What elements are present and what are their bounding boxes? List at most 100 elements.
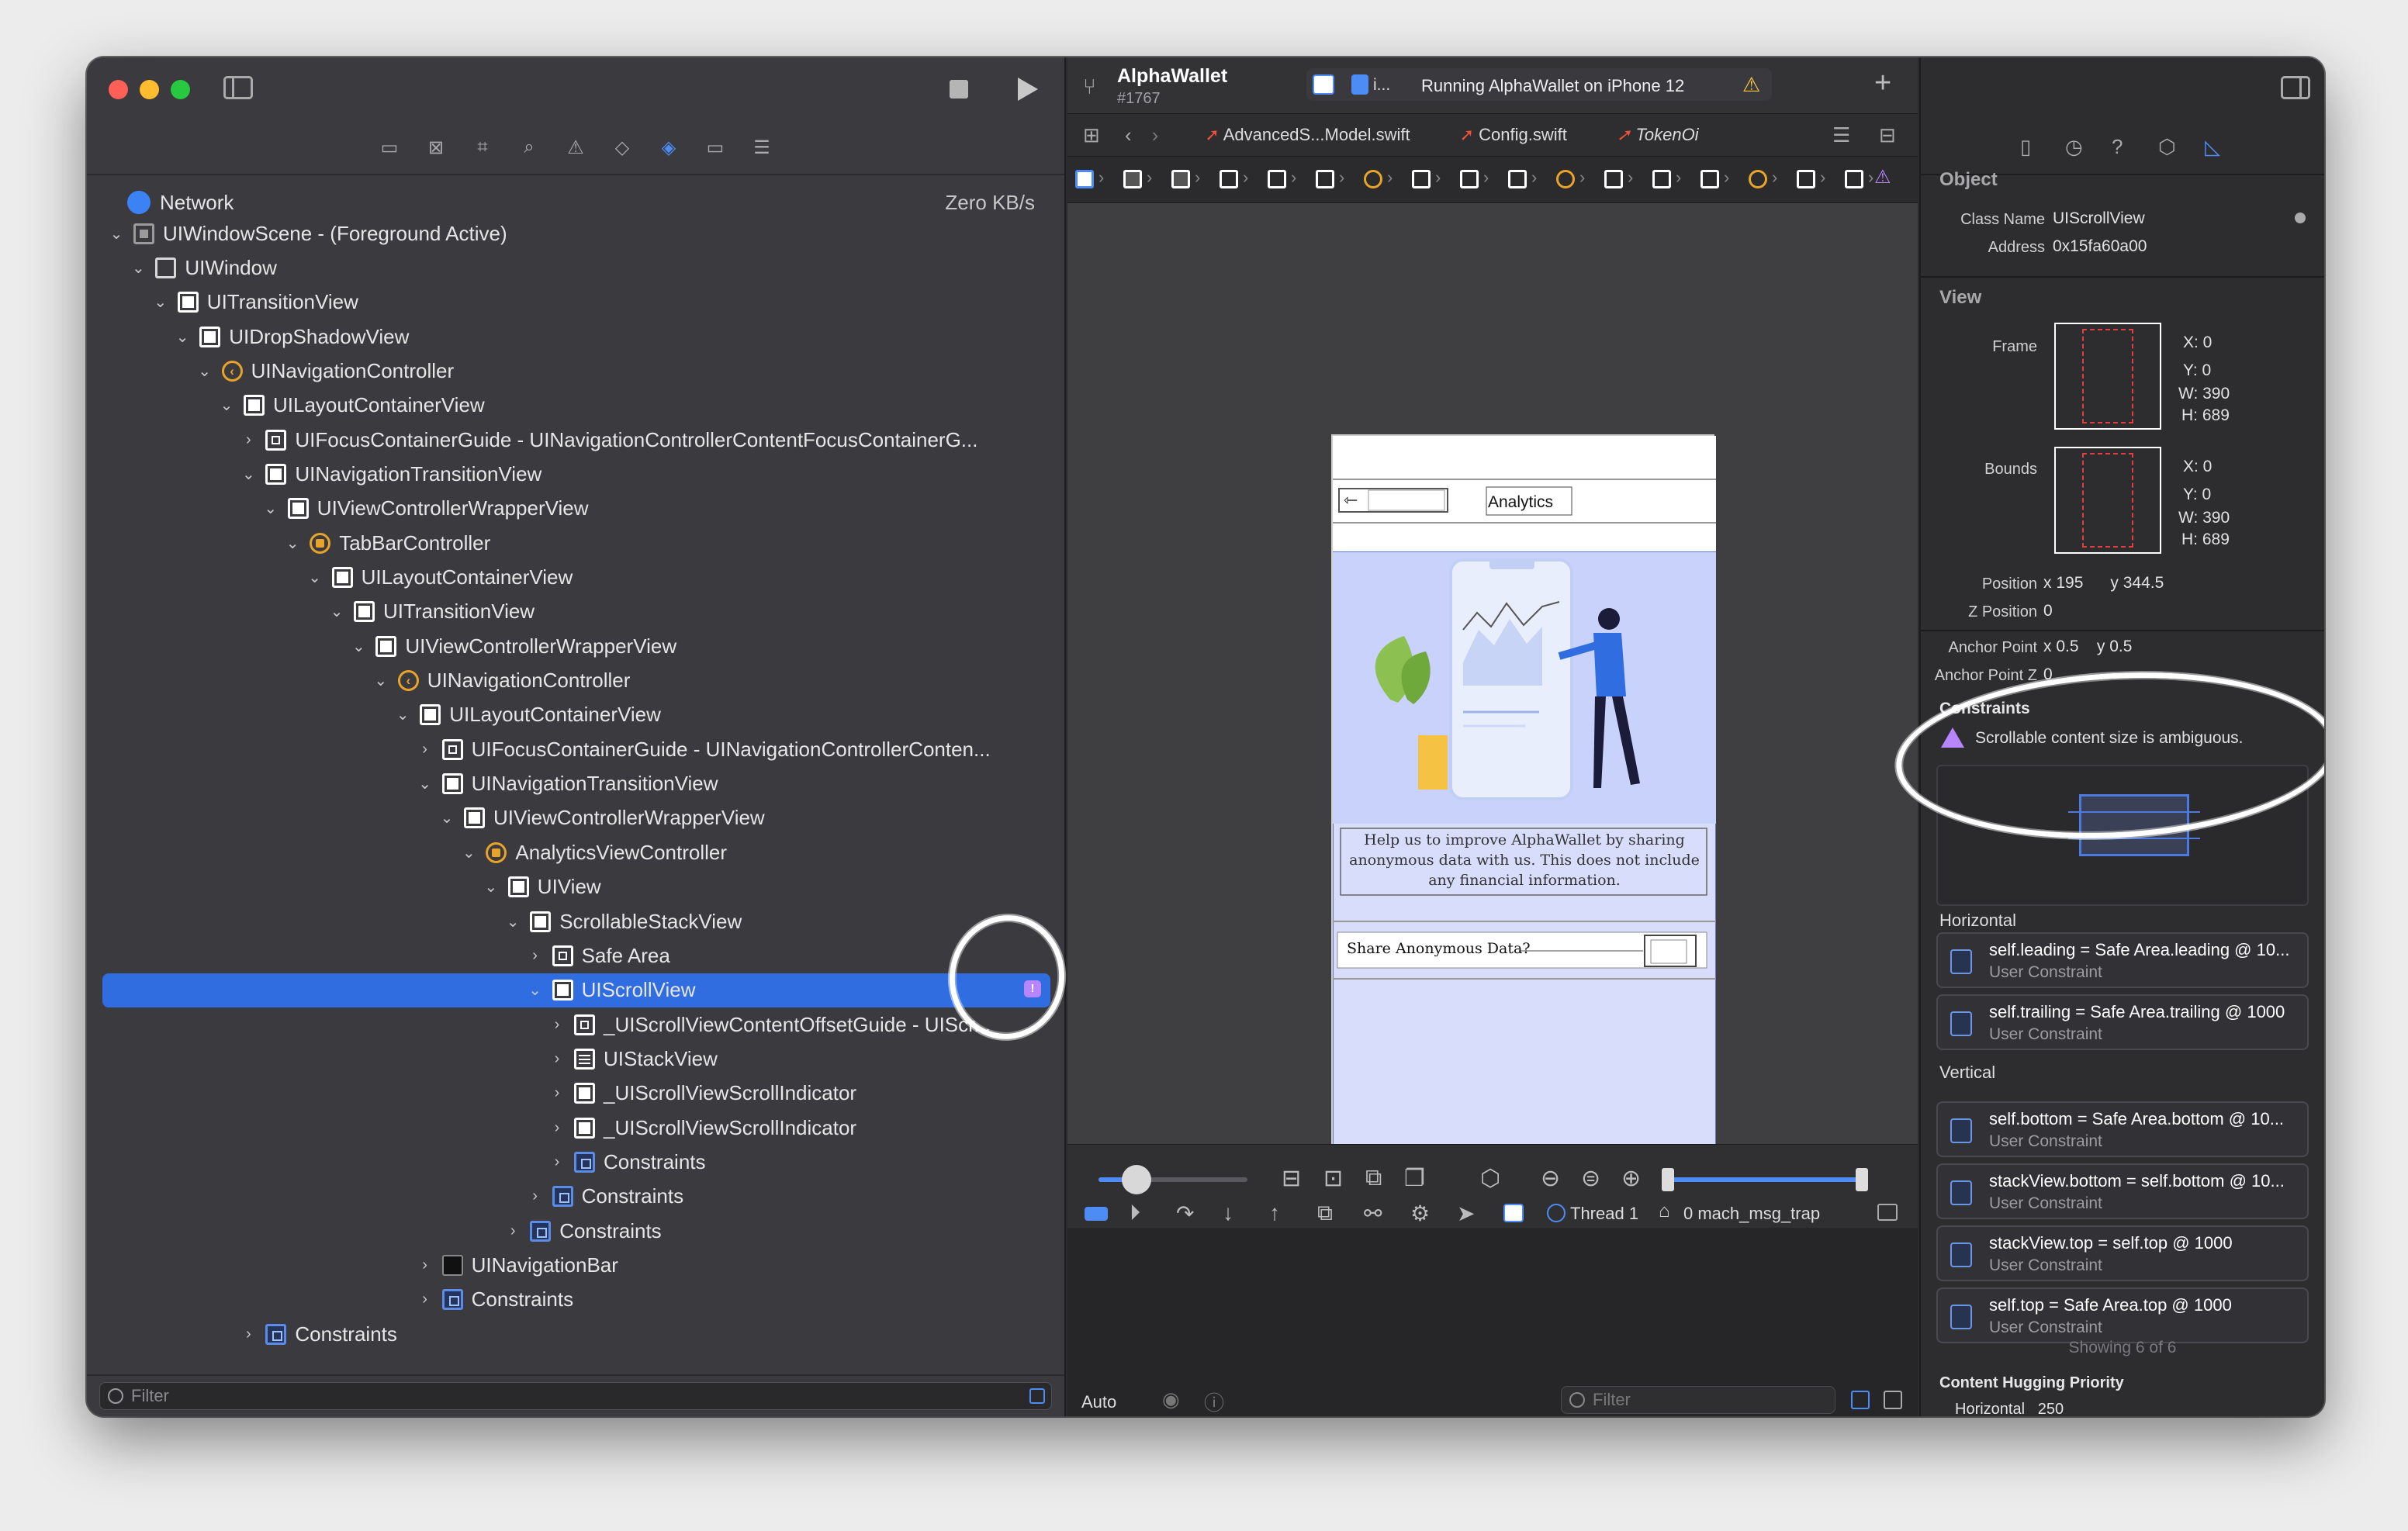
depth-slider-knob[interactable]: [1122, 1165, 1151, 1194]
source-control-icon[interactable]: ⊠: [426, 137, 446, 158]
eye-icon[interactable]: ◉: [1162, 1388, 1180, 1412]
vertical-constraint-card[interactable]: self.bottom = Safe Area.bottom @ 10... Us…: [1936, 1101, 2309, 1157]
chevron-down-icon[interactable]: ⌄: [417, 774, 433, 793]
chevron-down-icon[interactable]: ⌄: [109, 224, 124, 244]
tree-row[interactable]: › UINavigationBar: [87, 1249, 1066, 1283]
tab-config[interactable]: ➚ Config.swift: [1460, 125, 1567, 145]
issue-icon[interactable]: ⚠: [566, 137, 586, 158]
chevron-right-icon[interactable]: ›: [528, 1187, 543, 1205]
chevron-down-icon[interactable]: ⌄: [329, 602, 344, 621]
hierarchy-filter-input[interactable]: Filter: [99, 1382, 1052, 1410]
tree-row[interactable]: › _UIScrollViewScrollIndicator: [87, 1077, 1066, 1111]
content-icon[interactable]: ❐: [1404, 1165, 1425, 1192]
location-icon[interactable]: ➤: [1457, 1201, 1475, 1226]
tree-row[interactable]: › Constraints: [87, 1214, 1066, 1248]
orient-3d-icon[interactable]: ⬡: [1480, 1165, 1500, 1192]
jump-bar-item-icon[interactable]: [1508, 170, 1527, 188]
tree-row[interactable]: › UIFocusContainerGuide - UINavigationCon…: [87, 423, 1066, 457]
tree-row[interactable]: ⌄ UILayoutContainerView: [87, 698, 1066, 732]
chevron-down-icon[interactable]: ⌄: [483, 877, 499, 897]
tree-row[interactable]: ⌄ UITransitionView: [87, 285, 1066, 320]
chevron-right-icon[interactable]: ›: [417, 1291, 433, 1308]
back-icon[interactable]: ‹: [1125, 123, 1132, 147]
tree-row[interactable]: ⌄ UINavigationTransitionView: [87, 767, 1066, 801]
zoom-window-button[interactable]: [171, 80, 190, 99]
horizontal-constraint-card[interactable]: self.leading = Safe Area.leading @ 10...…: [1936, 932, 2309, 988]
tree-row[interactable]: ⌄ UIWindowScene - (Foreground Active): [87, 216, 1066, 251]
chevron-down-icon[interactable]: ⌄: [528, 980, 543, 1000]
tree-row[interactable]: ⌄ UIViewControllerWrapperView: [87, 801, 1066, 835]
tree-row[interactable]: ⌄ UITransitionView: [87, 595, 1066, 629]
clip-icon[interactable]: ⊟: [1282, 1165, 1301, 1192]
history-inspector-icon[interactable]: ◷: [2065, 135, 2083, 159]
chevron-right-icon[interactable]: ›: [417, 1256, 433, 1274]
jump-bar-item-icon[interactable]: [1749, 170, 1767, 188]
tree-row[interactable]: › _UIScrollViewContentOffsetGuide - UIScr…: [87, 1007, 1066, 1042]
chevron-down-icon[interactable]: ⌄: [439, 808, 455, 828]
tree-row[interactable]: › UIFocusContainerGuide - UINavigationCon…: [87, 732, 1066, 766]
jump-bar-item-icon[interactable]: [1460, 170, 1479, 188]
chevron-right-icon[interactable]: ›: [549, 1050, 565, 1068]
tab-advanced-model[interactable]: ➚ AdvancedS...Model.swift: [1205, 125, 1410, 145]
tree-row[interactable]: ⌄ TabBarController: [87, 526, 1066, 560]
jump-bar-item-icon[interactable]: [1845, 170, 1863, 188]
chevron-right-icon[interactable]: ›: [549, 1016, 565, 1034]
tree-row[interactable]: ⌄ AnalyticsViewController: [87, 835, 1066, 869]
chevron-right-icon[interactable]: ›: [417, 741, 433, 759]
split-editor-icon[interactable]: ⊟: [1879, 123, 1896, 147]
layers-icon[interactable]: ⧉: [1365, 1165, 1382, 1191]
tree-row[interactable]: ⌄ ‹ UINavigationController: [87, 664, 1066, 698]
object-inspector-icon[interactable]: ⬡: [2158, 135, 2176, 159]
chevron-down-icon[interactable]: ⌄: [461, 843, 476, 862]
range-slider[interactable]: [1662, 1168, 1868, 1191]
device-icon[interactable]: [1351, 74, 1368, 95]
range-start-handle[interactable]: [1662, 1168, 1674, 1191]
grid-icon[interactable]: ⊞: [1083, 123, 1105, 147]
symbol-icon[interactable]: ⌗: [472, 137, 493, 157]
chevron-down-icon[interactable]: ⌄: [395, 705, 410, 724]
tree-row[interactable]: › Constraints: [87, 1317, 1066, 1351]
continue-icon[interactable]: ⏵: [1130, 1201, 1140, 1226]
chevron-down-icon[interactable]: ⌄: [351, 637, 366, 656]
jump-bar-item-icon[interactable]: [1556, 170, 1575, 188]
chevron-right-icon[interactable]: ›: [549, 1119, 565, 1137]
test-icon[interactable]: ◇: [612, 137, 632, 158]
vertical-constraint-card[interactable]: stackView.bottom = self.bottom @ 10... Us…: [1936, 1163, 2309, 1219]
chevron-right-icon[interactable]: ›: [549, 1153, 565, 1171]
jump-bar-item-icon[interactable]: [1268, 170, 1286, 188]
chevron-down-icon[interactable]: ⌄: [153, 292, 168, 312]
chevron-down-icon[interactable]: ⌄: [505, 912, 521, 931]
inspector-toggle-icon[interactable]: [2281, 76, 2310, 99]
tree-row[interactable]: ⌄ ScrollableStackView: [87, 904, 1066, 938]
minimize-window-button[interactable]: [140, 80, 159, 99]
chevron-right-icon[interactable]: ›: [528, 947, 543, 965]
variables-view-toggle[interactable]: [1851, 1391, 1870, 1409]
thread-label[interactable]: Thread 1: [1570, 1204, 1638, 1224]
debug-icon[interactable]: ◈: [659, 137, 679, 158]
console-toggle-icon[interactable]: [1877, 1204, 1898, 1221]
tab-token[interactable]: ➚ TokenOi: [1617, 125, 1699, 145]
frame-icon[interactable]: ⊡: [1323, 1165, 1343, 1192]
help-inspector-icon[interactable]: ?: [2112, 135, 2123, 159]
tree-row[interactable]: ⌄ ‹ UINavigationController: [87, 354, 1066, 388]
jump-bar-item-icon[interactable]: [1364, 170, 1382, 188]
tree-row[interactable]: ⌄ UILayoutContainerView: [87, 561, 1066, 595]
chevron-down-icon[interactable]: ⌄: [240, 465, 256, 484]
environment-icon[interactable]: ⚙: [1410, 1201, 1430, 1226]
find-icon[interactable]: ⌕: [519, 137, 539, 157]
tree-row[interactable]: › Constraints: [87, 1180, 1066, 1214]
chevron-down-icon[interactable]: ⌄: [263, 499, 279, 518]
folder-icon[interactable]: ▭: [379, 137, 400, 158]
tree-row[interactable]: › Constraints: [87, 1283, 1066, 1317]
zoom-in-icon[interactable]: ⊕: [1621, 1165, 1641, 1192]
zoom-actual-icon[interactable]: ⊜: [1581, 1165, 1600, 1192]
tree-row[interactable]: ⌄ UIView: [87, 870, 1066, 904]
jump-bar-item-icon[interactable]: [1700, 170, 1719, 188]
jump-bar-item-icon[interactable]: [1171, 170, 1190, 188]
breakpoint-icon[interactable]: ▭: [705, 137, 725, 158]
jump-bar-warning-icon[interactable]: ⚠: [1874, 166, 1891, 188]
vertical-constraint-card[interactable]: stackView.top = self.top @ 1000 User Cons…: [1936, 1225, 2309, 1281]
chevron-right-icon[interactable]: ›: [240, 431, 256, 449]
jump-bar-item-icon[interactable]: [1123, 170, 1142, 188]
app-target-icon[interactable]: [1313, 74, 1334, 95]
